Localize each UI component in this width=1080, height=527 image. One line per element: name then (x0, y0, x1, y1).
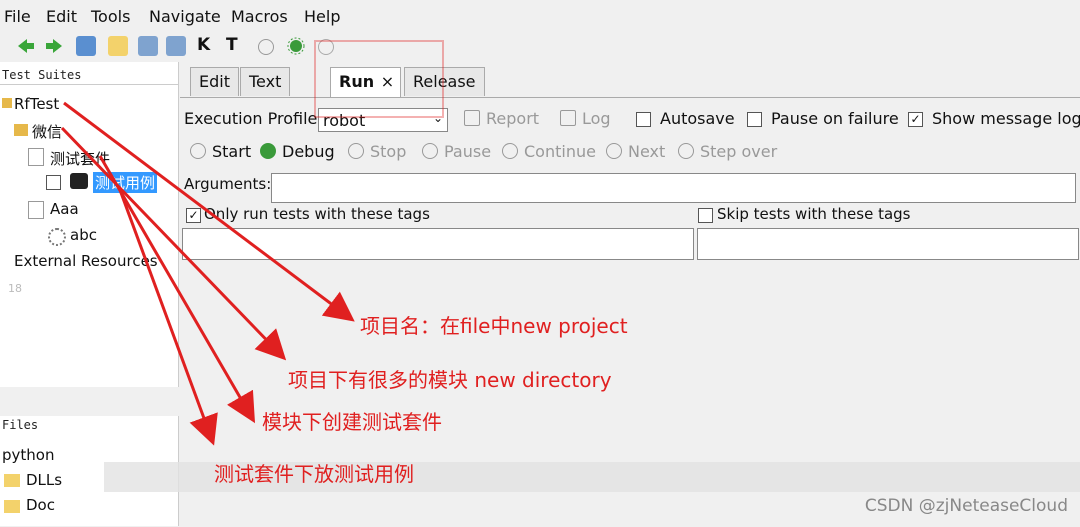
annotation-project: 项目名：在file中new project (360, 314, 628, 338)
annotation-suite: 模块下创建测试套件 (262, 410, 442, 434)
arrow-project (63, 101, 355, 322)
arrow-testcase (118, 189, 218, 446)
watermark: CSDN @zjNeteaseCloud (864, 496, 1068, 516)
annotation-module: 项目下有很多的模块 new directory (288, 368, 612, 392)
annotation-testcase: 测试套件下放测试用例 (214, 462, 414, 486)
annotation-arrows (60, 101, 355, 446)
